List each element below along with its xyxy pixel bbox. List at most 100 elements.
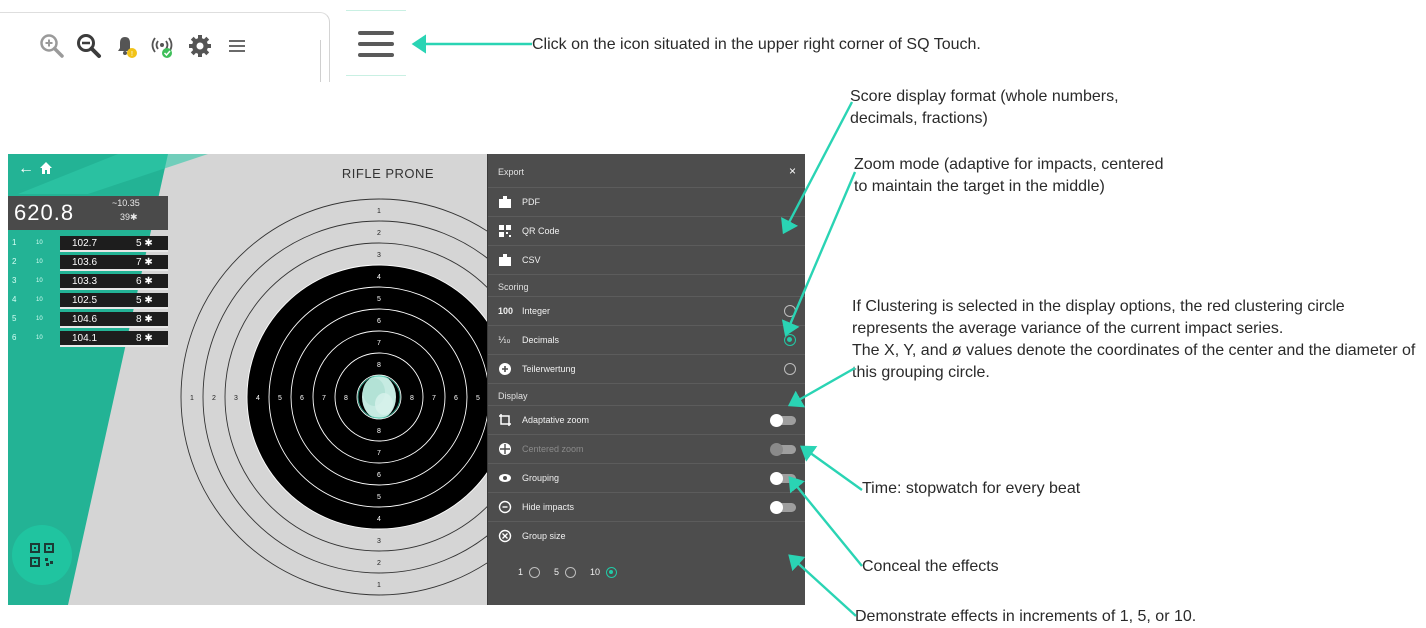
- series-score: 102.5: [72, 295, 98, 306]
- scoring-decimals-item[interactable]: ⅒ Decimals: [488, 326, 805, 355]
- ring-number-label: 7: [432, 395, 436, 402]
- arrow-to-time: [800, 445, 863, 491]
- ring-number-label: 6: [377, 318, 381, 325]
- export-section-title: Export: [498, 167, 525, 177]
- series-inner-tens: 8 ✱: [136, 333, 153, 344]
- ring-number-label: 8: [410, 395, 414, 402]
- annotation-demonstrate: Demonstrate effects in increments of 1, …: [855, 608, 1197, 625]
- scoring-integer-radio[interactable]: [784, 305, 796, 317]
- crosshair-icon: [499, 443, 511, 455]
- zoom-out-icon[interactable]: [75, 32, 103, 60]
- ring-number-label: 4: [377, 516, 381, 523]
- group-size-option-5[interactable]: 5: [554, 566, 577, 578]
- ring-number-label: 8: [377, 428, 381, 435]
- close-icon[interactable]: ×: [789, 164, 796, 178]
- hide-impacts-toggle[interactable]: [770, 501, 796, 514]
- ring-number-label: 5: [476, 395, 480, 402]
- ring-number-label: 7: [377, 340, 381, 347]
- series-inner-tens: 7 ✱: [136, 257, 153, 268]
- integer-icon: 100: [498, 306, 514, 316]
- annotation-conceal: Conceal the effects: [862, 558, 999, 575]
- group-size-option-10[interactable]: 10: [590, 566, 618, 578]
- series-row[interactable]: 4 10 102.5 5 ✱: [8, 293, 168, 309]
- series-row[interactable]: 2 10 103.6 7 ✱: [8, 255, 168, 271]
- ring-number-label: 6: [300, 395, 304, 402]
- ring-number-label: 7: [377, 450, 381, 457]
- ring-number-label: 3: [377, 538, 381, 545]
- total-score: 620.8: [14, 200, 75, 225]
- plus-circle-icon: [499, 363, 511, 375]
- back-arrow-icon[interactable]: ←: [18, 160, 34, 178]
- annotation-clustering-line1: If Clustering is selected in the display…: [852, 298, 1345, 337]
- group-size-icon: [498, 529, 512, 543]
- annotation-clustering: If Clustering is selected in the display…: [852, 296, 1422, 384]
- display-header: Display: [488, 384, 805, 406]
- ring-number-label: 5: [377, 296, 381, 303]
- scoring-teiler-radio[interactable]: [784, 363, 796, 375]
- series-inner-tens: 6 ✱: [136, 276, 153, 287]
- scoring-teiler-item[interactable]: Teilerwertung: [488, 355, 805, 384]
- series-row[interactable]: 6 10 104.1 8 ✱: [8, 331, 168, 347]
- display-adaptive-zoom-item[interactable]: Adaptative zoom: [488, 406, 805, 435]
- gear-icon[interactable]: [186, 32, 214, 60]
- decimals-icon: ⅒: [498, 335, 511, 345]
- annotation-clustering-line2: The X, Y, and ø values denote the coordi…: [852, 342, 1416, 381]
- display-grouping-item[interactable]: Grouping: [488, 464, 805, 493]
- ring-number-label: 4: [377, 274, 381, 281]
- csv-icon: [499, 254, 511, 266]
- series-inner-tens: 5 ✱: [136, 295, 153, 306]
- adaptive-zoom-toggle[interactable]: [770, 414, 796, 427]
- series-inner-tens: 5 ✱: [136, 238, 153, 249]
- page-title: RIFLE PRONE: [341, 166, 435, 181]
- group-size-radio[interactable]: [606, 566, 618, 578]
- export-csv-item[interactable]: CSV: [488, 246, 805, 275]
- annotation-menu: Click on the icon situated in the upper …: [532, 36, 981, 53]
- centered-zoom-toggle[interactable]: [770, 443, 796, 456]
- ring-number-label: 5: [377, 494, 381, 501]
- wifi-connected-icon[interactable]: [149, 32, 177, 60]
- series-score: 103.6: [72, 257, 98, 268]
- ring-number-label: 1: [190, 395, 194, 402]
- series-score: 103.3: [72, 276, 98, 287]
- scoring-decimals-radio[interactable]: [784, 334, 796, 346]
- svg-text:!: !: [131, 51, 133, 58]
- ring-number-label: 2: [377, 560, 381, 567]
- group-size-radio[interactable]: [565, 566, 577, 578]
- bell-warning-icon[interactable]: !: [112, 32, 140, 60]
- settings-panel: Export × PDF QR Code CSV Scoring 100 Int…: [487, 154, 805, 605]
- ring-number-label: 1: [377, 582, 381, 589]
- group-size-radio[interactable]: [529, 566, 541, 578]
- pdf-icon: [499, 196, 511, 208]
- export-pdf-item[interactable]: PDF: [488, 188, 805, 217]
- ring-number-label: 8: [377, 362, 381, 369]
- grouping-toggle[interactable]: [770, 472, 796, 485]
- annotation-zoom-mode: Zoom mode (adaptive for impacts, centere…: [854, 156, 1164, 195]
- ring-number-label: 2: [212, 395, 216, 402]
- display-centered-zoom-item[interactable]: Centered zoom: [488, 435, 805, 464]
- shooting-target[interactable]: 11112222333344445555666677778888: [168, 194, 487, 605]
- scoring-integer-item[interactable]: 100 Integer: [488, 297, 805, 326]
- total-score-box: 620.8 ~10.35 39✱: [8, 196, 168, 230]
- ring-number-label: 3: [377, 252, 381, 259]
- group-size-option-1[interactable]: 1: [518, 566, 541, 578]
- series-row[interactable]: 5 10 104.6 8 ✱: [8, 312, 168, 328]
- series-inner-tens: 8 ✱: [136, 314, 153, 325]
- zoom-in-icon[interactable]: [38, 32, 66, 60]
- ring-number-label: 7: [322, 395, 326, 402]
- ring-number-label: 4: [256, 395, 260, 402]
- toolbar-separator: [320, 40, 321, 82]
- home-icon[interactable]: [38, 160, 54, 181]
- series-score: 104.6: [72, 314, 98, 325]
- menu-icon[interactable]: [223, 32, 251, 60]
- qr-code-button[interactable]: [12, 525, 72, 585]
- hamburger-menu-icon[interactable]: [358, 31, 394, 57]
- series-row[interactable]: 1 10 102.7 5 ✱: [8, 236, 168, 252]
- export-qr-item[interactable]: QR Code: [488, 217, 805, 246]
- ring-number-label: 6: [454, 395, 458, 402]
- ring-number-label: 3: [234, 395, 238, 402]
- ring-number-label: 2: [377, 230, 381, 237]
- toolbar-crop: !: [0, 0, 330, 82]
- series-row[interactable]: 3 10 103.3 6 ✱: [8, 274, 168, 290]
- display-hide-impacts-item[interactable]: Hide impacts: [488, 493, 805, 522]
- series-score: 102.7: [72, 238, 98, 249]
